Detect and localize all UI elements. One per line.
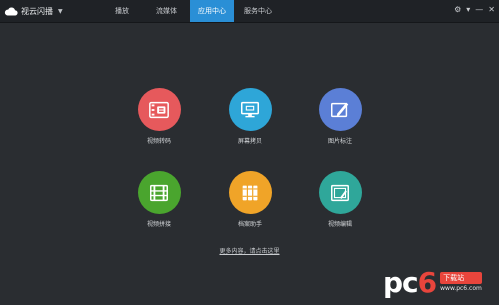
- screen-copy-icon: [241, 101, 259, 117]
- app-icon-circle[interactable]: [228, 171, 272, 214]
- app-label: 屏幕拷贝: [237, 138, 262, 145]
- app-label: 图片标注: [327, 138, 352, 145]
- watermark-logo: pc6: [383, 265, 438, 299]
- watermark-logo-main: pc: [383, 265, 419, 299]
- app-icon-circle[interactable]: [228, 88, 272, 131]
- video-convert-icon: [149, 101, 169, 118]
- app-label: 视频转码: [146, 138, 171, 145]
- app-archive-assistant[interactable]: 档案助手: [220, 171, 280, 228]
- app-icon-circle[interactable]: [318, 171, 362, 214]
- watermark-logo-six: 6: [417, 265, 438, 299]
- app-video-join[interactable]: 视频拼接: [129, 171, 189, 228]
- app-screen-copy[interactable]: 屏幕拷贝: [220, 88, 280, 145]
- watermark-badge: 下载站: [440, 272, 482, 284]
- app-grid: 视频转码 屏幕拷贝 图片标注 视频拼接 档案助手 视频编辑: [0, 0, 499, 305]
- app-video-convert[interactable]: 视频转码: [129, 88, 189, 145]
- watermark-url: www.pc6.com: [440, 285, 482, 292]
- archive-icon: [242, 185, 258, 200]
- app-video-edit[interactable]: 视频编辑: [310, 171, 370, 228]
- app-label: 视频编辑: [327, 221, 352, 228]
- app-label: 视频拼接: [146, 221, 171, 228]
- video-edit-icon: [331, 184, 349, 201]
- image-annotate-icon: [331, 102, 349, 117]
- watermark-side: 下载站 www.pc6.com: [440, 272, 482, 292]
- video-join-icon: [150, 184, 168, 201]
- app-icon-circle[interactable]: [137, 171, 181, 214]
- app-label: 档案助手: [237, 221, 262, 228]
- site-watermark: pc6 下载站 www.pc6.com: [383, 265, 493, 299]
- more-content-link[interactable]: 更多内容，请点击这里: [0, 246, 499, 255]
- app-image-annotate[interactable]: 图片标注: [310, 88, 370, 145]
- app-icon-circle[interactable]: [318, 88, 362, 131]
- app-icon-circle[interactable]: [137, 88, 181, 131]
